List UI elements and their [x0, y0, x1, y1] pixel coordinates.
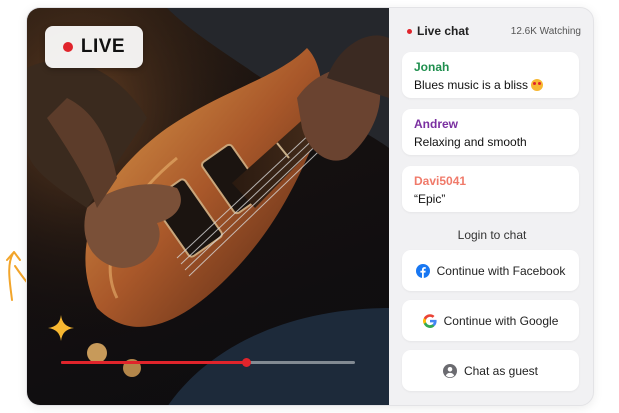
continue-with-google-button[interactable]: Continue with Google [402, 300, 579, 341]
continue-with-facebook-button[interactable]: Continue with Facebook [402, 250, 579, 291]
google-icon [422, 313, 437, 328]
continue-with-facebook-label: Continue with Facebook [436, 263, 566, 278]
sparkle-icon [48, 315, 74, 341]
chat-as-guest-label: Chat as guest [463, 363, 539, 378]
user-icon [442, 363, 457, 378]
continue-with-google-label: Continue with Google [443, 313, 559, 328]
chat-header: Live chat 12.6K Watching [407, 23, 581, 39]
live-label: LIVE [80, 36, 126, 57]
chat-message-text: Blues music is a bliss [414, 78, 567, 92]
chat-message: Andrew Relaxing and smooth [402, 109, 579, 155]
video-player[interactable]: LIVE [27, 8, 389, 405]
heart-eyes-emoji-icon [531, 79, 544, 91]
facebook-icon [415, 263, 430, 278]
chat-message-user: Andrew [414, 117, 459, 131]
chat-title-label: Live chat [417, 24, 470, 38]
live-chat-panel: Live chat 12.6K Watching Jonah Blues mus… [389, 8, 593, 405]
video-progress-bar[interactable] [61, 358, 355, 367]
chat-message: Davi5041 “Epic” [402, 166, 579, 212]
viewer-count: 12.6K Watching [510, 25, 581, 37]
chat-message-user: Davi5041 [414, 174, 467, 188]
live-badge: LIVE [45, 26, 143, 68]
chat-message-text: Relaxing and smooth [414, 135, 527, 149]
live-chat-dot [407, 28, 412, 34]
chat-title: Live chat [407, 24, 469, 38]
chat-message: Jonah Blues music is a bliss [402, 52, 579, 98]
video-progress-fill [61, 361, 247, 364]
login-to-chat-label: Login to chat [457, 228, 527, 242]
chat-message-user: Jonah [414, 60, 450, 74]
chat-message-text-content: Blues music is a bliss [414, 78, 529, 92]
chat-message-text: “Epic” [414, 192, 446, 206]
live-indicator-dot [62, 42, 73, 52]
chat-as-guest-button[interactable]: Chat as guest [402, 350, 579, 391]
live-stream-card: LIVE Live chat 12.6K Watching Jonah Blue… [26, 7, 594, 406]
